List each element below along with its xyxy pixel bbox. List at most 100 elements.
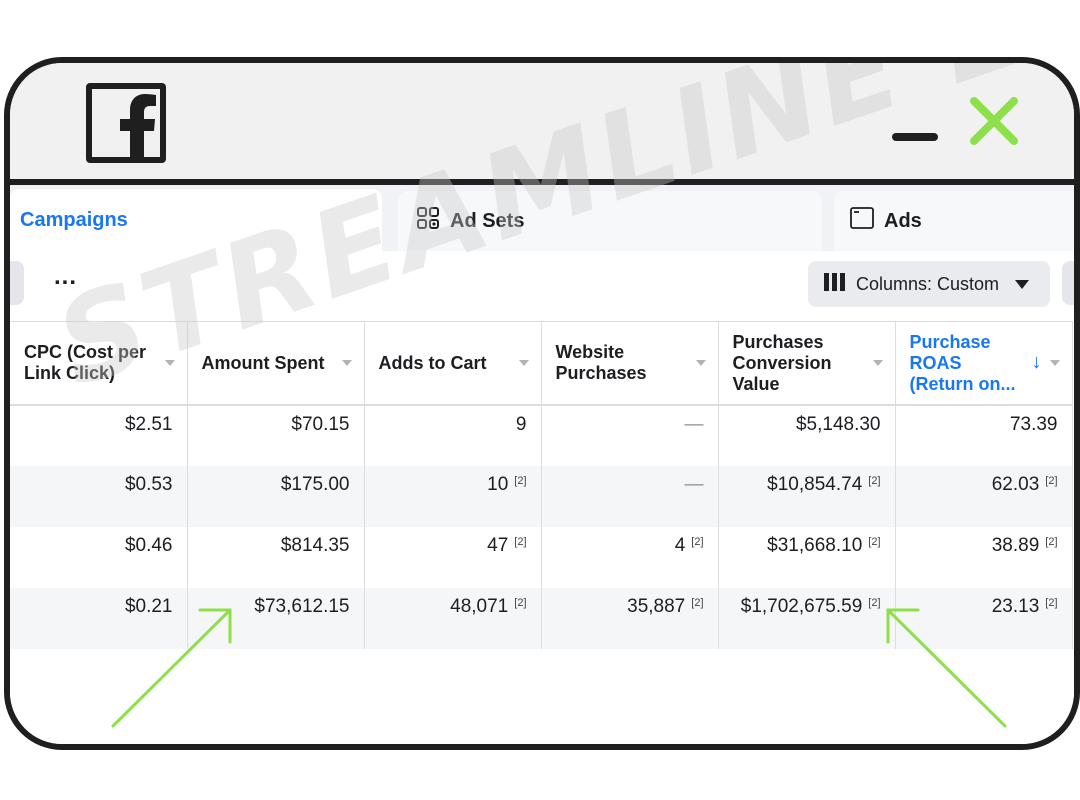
caret-down-icon[interactable] xyxy=(341,360,352,366)
title-bar xyxy=(10,63,1074,185)
table-row[interactable]: $0.21 $73,612.15 48,071 [2] 35,887 [2] $1,… xyxy=(10,588,1073,649)
toolbar-button[interactable] xyxy=(10,261,24,305)
cell-amount-spent: $73,612.15 xyxy=(187,588,365,649)
cell-value: $814.35 xyxy=(280,535,350,556)
cell-amount-spent: $175.00 xyxy=(187,466,365,527)
column-header-conversion-value[interactable]: Purchases Conversion Value xyxy=(718,321,896,406)
cell-value: 73.39 xyxy=(1009,414,1058,435)
cell-value: $10,854.74 xyxy=(767,474,863,495)
cell-amount-spent: $70.15 xyxy=(187,405,365,466)
cell-value: $0.46 xyxy=(124,535,173,556)
column-header-label: Purchases Conversion Value xyxy=(732,331,832,394)
column-header-label: CPC (Cost per Link Click) xyxy=(24,342,147,383)
cell-value: 47 xyxy=(487,535,509,556)
table-row[interactable]: $0.53 $175.00 10 [2] — $10,854.74 [2] 62.0… xyxy=(10,466,1073,527)
footnote-marker[interactable]: [2] xyxy=(691,597,703,609)
grid-icon xyxy=(416,206,440,236)
minimize-icon[interactable] xyxy=(892,133,938,141)
tab-bar: Campaigns Ad Sets Ads xyxy=(10,185,1074,251)
cell-value: 38.89 xyxy=(991,535,1040,556)
footnote-marker[interactable]: [2] xyxy=(868,597,880,609)
columns-icon xyxy=(824,272,846,296)
close-icon[interactable] xyxy=(968,95,1020,147)
footnote-marker[interactable]: [2] xyxy=(868,475,880,487)
cell-amount-spent: $814.35 xyxy=(187,527,365,588)
tab-ad-sets[interactable]: Ad Sets xyxy=(398,191,822,251)
column-header-website-purchases[interactable]: Website Purchases xyxy=(541,321,719,406)
caret-down-icon[interactable] xyxy=(164,360,175,366)
cell-value: 9 xyxy=(515,414,527,435)
cell-value: $73,612.15 xyxy=(254,596,350,617)
cell-adds-to-cart: 47 [2] xyxy=(364,527,542,588)
footnote-marker[interactable]: [2] xyxy=(1045,475,1057,487)
cell-conversion-value: $10,854.74 [2] xyxy=(718,466,896,527)
footnote-marker[interactable]: [2] xyxy=(1045,597,1057,609)
browser-window: Campaigns Ad Sets Ads ... Columns: Custo… xyxy=(4,57,1080,750)
cell-value: $0.53 xyxy=(124,474,173,495)
cell-value: 62.03 xyxy=(991,474,1040,495)
caret-down-icon[interactable] xyxy=(518,360,529,366)
column-header-amount-spent[interactable]: Amount Spent xyxy=(187,321,365,406)
cell-value: 10 xyxy=(487,474,509,495)
cell-value: $2.51 xyxy=(124,414,173,435)
footnote-marker[interactable]: [2] xyxy=(514,597,526,609)
footnote-marker[interactable]: [2] xyxy=(514,536,526,548)
footnote-marker[interactable]: [2] xyxy=(691,536,703,548)
cell-website-purchases: 35,887 [2] xyxy=(541,588,719,649)
column-header-label: Adds to Cart xyxy=(378,352,487,373)
cell-conversion-value: $1,702,675.59 [2] xyxy=(718,588,896,649)
cell-value: 48,071 xyxy=(450,596,509,617)
cell-adds-to-cart: 10 [2] xyxy=(364,466,542,527)
column-header-label: Amount Spent xyxy=(201,352,325,373)
cell-value: $175.00 xyxy=(280,474,350,495)
footnote-marker[interactable]: [2] xyxy=(1045,536,1057,548)
column-header-purchase-roas[interactable]: Purchase ROAS (Return on... ↓ xyxy=(895,321,1073,406)
results-table: CPC (Cost per Link Click) Amount Spent A… xyxy=(10,321,1073,649)
cell-value: $1,702,675.59 xyxy=(740,596,863,617)
caret-down-icon[interactable] xyxy=(695,360,706,366)
toolbar: ... Columns: Custom xyxy=(10,251,1074,319)
tab-label: Ad Sets xyxy=(450,209,525,232)
column-header-adds-to-cart[interactable]: Adds to Cart xyxy=(364,321,542,406)
cell-value: $5,148.30 xyxy=(795,414,881,435)
cell-purchase-roas: 23.13 [2] xyxy=(895,588,1073,649)
cell-adds-to-cart: 48,071 [2] xyxy=(364,588,542,649)
tab-label: Ads xyxy=(884,209,922,232)
sort-descending-icon[interactable]: ↓ xyxy=(1032,352,1042,373)
tab-campaigns[interactable]: Campaigns xyxy=(10,189,382,251)
cell-value: $31,668.10 xyxy=(767,535,863,556)
cell-website-purchases: — xyxy=(541,466,719,527)
table-header-row: CPC (Cost per Link Click) Amount Spent A… xyxy=(10,321,1073,406)
table-row[interactable]: $0.46 $814.35 47 [2] 4 [2] $31,668.10 [2] 3… xyxy=(10,527,1073,588)
cell-value: 4 xyxy=(674,535,686,556)
cell-value: — xyxy=(684,414,704,435)
toolbar-button[interactable] xyxy=(1062,261,1074,305)
table-row[interactable]: $2.51 $70.15 9 — $5,148.30 73.39 xyxy=(10,405,1073,466)
cell-value: — xyxy=(684,474,704,495)
facebook-logo-icon xyxy=(86,83,166,163)
ads-manager-content: Campaigns Ad Sets Ads ... Columns: Custo… xyxy=(10,185,1074,744)
tab-label: Campaigns xyxy=(20,208,128,231)
footnote-marker[interactable]: [2] xyxy=(514,475,526,487)
cell-value: 23.13 xyxy=(991,596,1040,617)
columns-label: Columns: Custom xyxy=(856,273,1000,294)
cell-purchase-roas: 73.39 xyxy=(895,405,1073,466)
cell-conversion-value: $5,148.30 xyxy=(718,405,896,466)
cell-value: 35,887 xyxy=(627,596,686,617)
cell-cpc: $0.46 xyxy=(10,527,188,588)
cell-website-purchases: — xyxy=(541,405,719,466)
columns-dropdown[interactable]: Columns: Custom xyxy=(808,261,1050,307)
more-options-button[interactable]: ... xyxy=(54,263,77,291)
cell-purchase-roas: 38.89 [2] xyxy=(895,527,1073,588)
cell-cpc: $0.53 xyxy=(10,466,188,527)
caret-down-icon[interactable] xyxy=(872,360,883,366)
tab-ads[interactable]: Ads xyxy=(834,191,1074,251)
cell-value: $0.21 xyxy=(124,596,173,617)
cell-cpc: $0.21 xyxy=(10,588,188,649)
window-icon xyxy=(850,206,874,236)
cell-cpc: $2.51 xyxy=(10,405,188,466)
cell-conversion-value: $31,668.10 [2] xyxy=(718,527,896,588)
footnote-marker[interactable]: [2] xyxy=(868,536,880,548)
caret-down-icon[interactable] xyxy=(1049,360,1060,366)
column-header-cpc[interactable]: CPC (Cost per Link Click) xyxy=(10,321,188,406)
